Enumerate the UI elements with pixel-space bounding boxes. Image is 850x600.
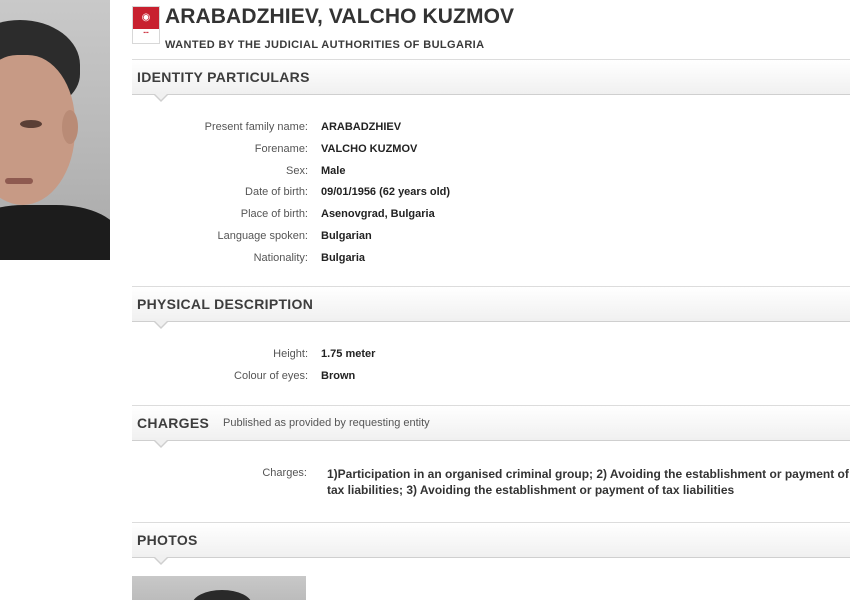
wanted-by-subtitle: WANTED BY THE JUDICIAL AUTHORITIES OF BU… <box>165 39 485 51</box>
interpol-red-notice-icon: ◉ ▪▪▪ <box>132 6 160 44</box>
field-value: 09/01/1956 (62 years old) <box>321 186 451 198</box>
field-label: Date of birth: <box>245 186 308 198</box>
photo-ear <box>62 110 78 144</box>
field-label: Colour of eyes: <box>234 370 308 382</box>
charges-value: 1)Participation in an organised criminal… <box>327 466 850 498</box>
section-charges: CHARGES Published as provided by request… <box>132 405 850 448</box>
charges-line: tax liabilities; 3) Avoiding the establi… <box>327 483 735 497</box>
identity-row: Sex: Male <box>132 165 850 181</box>
field-label: Present family name: <box>204 121 308 133</box>
section-photos: PHOTOS <box>132 522 850 565</box>
section-identity-particulars: IDENTITY PARTICULARS <box>132 59 850 102</box>
field-value: Brown <box>321 370 356 382</box>
field-label: Height: <box>273 348 308 360</box>
field-value: ARABADZHIEV <box>321 121 402 133</box>
field-value: Asenovgrad, Bulgaria <box>321 208 435 220</box>
field-value: Bulgarian <box>321 230 372 242</box>
charges-line: 1)Participation in an organised criminal… <box>327 467 849 481</box>
identity-row: Present family name: ARABADZHIEV <box>132 121 850 137</box>
field-value: Male <box>321 165 346 177</box>
section-note: Published as provided by requesting enti… <box>223 417 430 429</box>
field-value: VALCHO KUZMOV <box>321 143 418 155</box>
field-label: Place of birth: <box>240 208 308 220</box>
charges-label: Charges: <box>262 467 307 479</box>
physical-row: Height: 1.75 meter <box>132 348 850 364</box>
identity-row: Language spoken: Bulgarian <box>132 230 850 246</box>
field-label: Language spoken: <box>217 230 308 242</box>
field-label: Nationality: <box>253 252 308 264</box>
section-title: PHOTOS <box>137 532 198 548</box>
physical-row: Colour of eyes: Brown <box>132 370 850 386</box>
wanted-person-photo <box>0 0 110 260</box>
photo-mouth <box>5 178 33 184</box>
section-title: IDENTITY PARTICULARS <box>137 69 310 85</box>
section-physical-description: PHYSICAL DESCRIPTION <box>132 286 850 329</box>
photo-body <box>0 205 110 260</box>
person-name-title: ARABADZHIEV, VALCHO KUZMOV <box>165 5 515 28</box>
section-title: PHYSICAL DESCRIPTION <box>137 296 314 312</box>
identity-row: Nationality: Bulgaria <box>132 252 850 268</box>
section-title: CHARGES <box>137 415 210 431</box>
field-label: Sex: <box>285 165 308 177</box>
identity-row: Place of birth: Asenovgrad, Bulgaria <box>132 208 850 224</box>
identity-row: Forename: VALCHO KUZMOV <box>132 143 850 159</box>
field-label: Forename: <box>254 143 308 155</box>
field-value: 1.75 meter <box>321 348 376 360</box>
photo-eye <box>20 120 42 128</box>
field-value: Bulgaria <box>321 252 366 264</box>
identity-row: Date of birth: 09/01/1956 (62 years old) <box>132 186 850 202</box>
photo-thumbnail[interactable] <box>132 576 306 600</box>
